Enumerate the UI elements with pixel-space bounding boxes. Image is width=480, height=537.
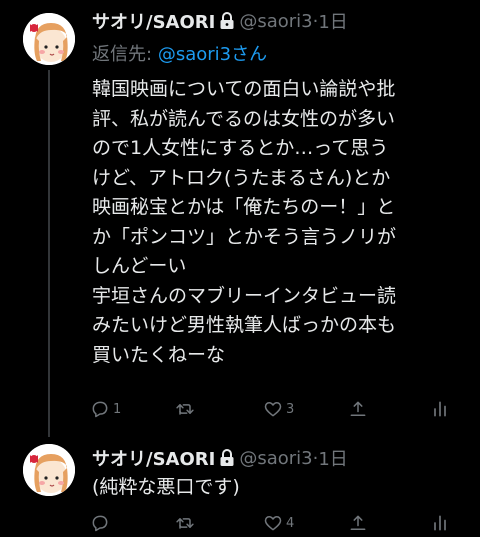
reply-to-mention[interactable]: @saori3さん (158, 44, 267, 65)
heart-icon (264, 402, 282, 417)
display-name[interactable]: サオリ/SAORI (92, 8, 215, 34)
timestamp[interactable]: 1日 (318, 8, 347, 34)
lock-icon (218, 11, 236, 31)
avatar-illustration (23, 444, 75, 496)
timestamp[interactable]: 1日 (318, 445, 347, 471)
analytics-icon (434, 401, 446, 417)
tweet[interactable]: サオリ/SAORI @saori3 · 1日 (純粋な悪口です) 4 (0, 437, 480, 537)
tweet-header: サオリ/SAORI @saori3 · 1日 (92, 445, 348, 471)
action-bar: 4 (90, 511, 465, 535)
thread-line (48, 70, 50, 437)
like-count: 3 (286, 401, 295, 417)
reply-button[interactable] (90, 511, 113, 535)
share-button[interactable] (348, 511, 368, 535)
like-button[interactable]: 3 (263, 397, 294, 421)
avatar[interactable] (23, 13, 75, 65)
views-button[interactable] (430, 511, 450, 535)
reply-button[interactable]: 1 (90, 397, 121, 421)
retweet-button[interactable] (175, 511, 198, 535)
tweet-text: (純粋な悪口です) (92, 476, 240, 498)
share-button[interactable] (348, 397, 368, 421)
heart-icon (264, 516, 282, 531)
tweet-text: 韓国映画についての面白い論説や批 評、私が読んでるのは女性のが多い ので1人女性… (92, 78, 397, 366)
retweet-icon (176, 404, 194, 415)
like-button[interactable]: 4 (263, 511, 294, 535)
avatar[interactable] (23, 444, 75, 496)
handle[interactable]: @saori3 (239, 448, 312, 469)
display-name[interactable]: サオリ/SAORI (92, 445, 215, 471)
tweet-header: サオリ/SAORI @saori3 · 1日 (92, 8, 348, 34)
retweet-icon (176, 518, 194, 529)
action-bar: 1 3 (90, 397, 465, 421)
avatar-illustration (23, 13, 75, 65)
reply-to-label: 返信先: (92, 44, 153, 65)
share-icon (350, 515, 366, 530)
reply-count: 1 (113, 401, 122, 417)
reply-icon (92, 401, 108, 418)
analytics-icon (434, 515, 446, 531)
retweet-button[interactable] (175, 397, 198, 421)
lock-icon (218, 448, 236, 468)
reply-to: 返信先: @saori3さん (92, 40, 267, 66)
handle[interactable]: @saori3 (239, 11, 312, 32)
views-button[interactable] (430, 397, 450, 421)
share-icon (350, 401, 366, 416)
reply-icon (92, 515, 108, 532)
tweet[interactable]: サオリ/SAORI @saori3 · 1日 返信先: @saori3さん 韓国… (0, 0, 480, 437)
like-count: 4 (286, 515, 295, 531)
